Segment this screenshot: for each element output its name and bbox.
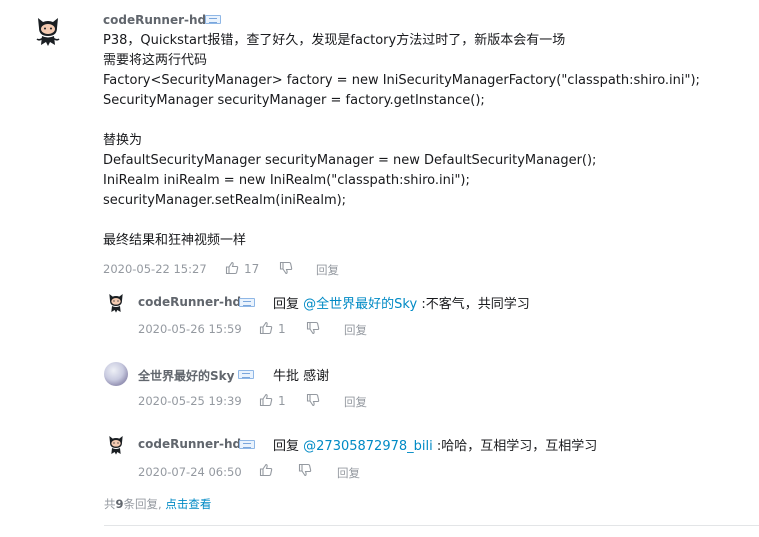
thumbs-down-icon[interactable] [279, 261, 293, 275]
reply-date: 2020-05-26 15:59 [138, 322, 242, 336]
comment-line [103, 211, 700, 231]
footer-suffix: 条回复, [123, 497, 162, 511]
comment-line: 需要将这两行代码 [103, 53, 208, 68]
reply-text: :不客气，共同学习 [421, 297, 530, 312]
reply-username[interactable]: 全世界最好的Sky [138, 367, 234, 384]
thumbs-down-icon[interactable] [306, 321, 320, 335]
reply-text: :哈哈，互相学习，互相学习 [436, 439, 598, 454]
comment-line: securityManager.setRealm(iniRealm); [103, 193, 347, 208]
comment-date: 2020-05-22 15:27 [103, 262, 207, 276]
footer-prefix: 共 [104, 497, 116, 511]
level-badge-icon [238, 370, 254, 379]
comment-line: P38，Quickstart报错，查了好久，发现是factory方法过时了，新版… [103, 33, 566, 48]
octocat-icon [104, 290, 128, 314]
comment-line: DefaultSecurityManager securityManager =… [103, 153, 597, 168]
comment-line: SecurityManager securityManager = factor… [103, 93, 485, 108]
comment-line: IniRealm iniRealm = new IniRealm("classp… [103, 173, 470, 188]
mention-link[interactable]: @27305872978_bili [303, 439, 433, 454]
thumbs-up-icon[interactable] [259, 393, 273, 407]
reply-text: 牛批 感谢 [273, 369, 330, 384]
reply-prefix: 回复 [273, 297, 300, 312]
reply-username[interactable]: codeRunner-hd [138, 437, 241, 451]
like-count: 17 [244, 262, 260, 276]
reply-date: 2020-07-24 06:50 [138, 465, 242, 479]
comment-line: 最终结果和狂神视频一样 [103, 233, 247, 248]
octocat-icon [104, 432, 128, 456]
reply-button[interactable]: 回复 [337, 465, 360, 481]
level-badge-icon [239, 440, 255, 449]
like-count: 1 [278, 322, 286, 336]
reply-content: 回复 @27305872978_bili :哈哈，互相学习，互相学习 [273, 435, 597, 454]
reply-content: 牛批 感谢 [273, 365, 329, 384]
divider [104, 525, 759, 526]
avatar[interactable] [104, 290, 128, 314]
comment-line [103, 111, 700, 131]
reply-button[interactable]: 回复 [344, 322, 367, 338]
reply-date: 2020-05-25 19:39 [138, 394, 242, 408]
avatar[interactable] [104, 432, 128, 456]
reply-prefix: 回复 [273, 439, 300, 454]
reply-button[interactable]: 回复 [344, 394, 367, 410]
reply-count-footer: 共9条回复, 点击查看 [104, 496, 211, 512]
thumbs-up-icon[interactable] [225, 261, 239, 275]
thumbs-down-icon[interactable] [298, 463, 312, 477]
comment-content: P38，Quickstart报错，查了好久，发现是factory方法过时了，新版… [103, 31, 700, 251]
thumbs-down-icon[interactable] [306, 393, 320, 407]
comment-username[interactable]: codeRunner-hd [103, 13, 206, 27]
octocat-icon [30, 12, 66, 48]
view-more-link[interactable]: 点击查看 [165, 497, 211, 511]
thumbs-up-icon[interactable] [259, 463, 273, 477]
avatar[interactable] [104, 362, 128, 386]
comment-line: Factory<SecurityManager> factory = new I… [103, 73, 700, 88]
avatar[interactable] [30, 12, 66, 48]
level-badge-icon [239, 298, 255, 307]
reply-button[interactable]: 回复 [316, 262, 339, 278]
mention-link[interactable]: @全世界最好的Sky [303, 297, 417, 312]
comment-line: 替换为 [103, 133, 143, 148]
reply-username[interactable]: codeRunner-hd [138, 295, 241, 309]
thumbs-up-icon[interactable] [259, 321, 273, 335]
like-count: 1 [278, 394, 286, 408]
reply-content: 回复 @全世界最好的Sky :不客气，共同学习 [273, 293, 530, 312]
level-badge-icon [205, 15, 221, 24]
reply-count: 9 [115, 497, 124, 511]
